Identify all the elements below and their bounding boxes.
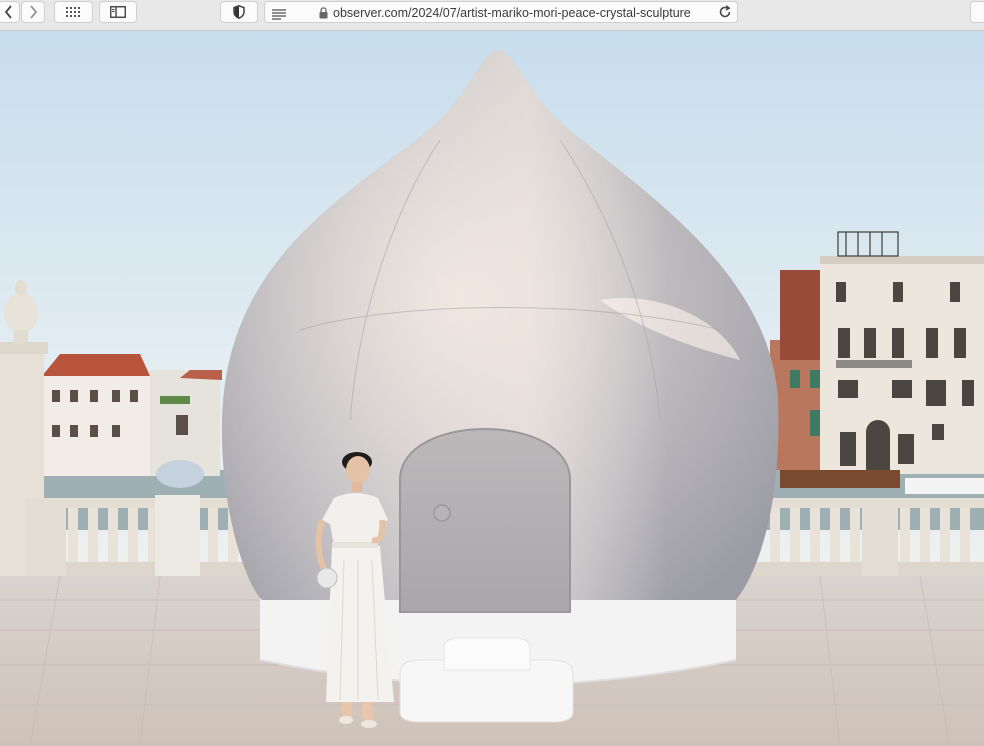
sidebar-button[interactable]	[99, 1, 137, 23]
dome-door	[399, 428, 571, 613]
left-buildings	[42, 354, 222, 476]
reload-icon[interactable]	[718, 5, 732, 24]
article-photo	[0, 31, 984, 746]
chevron-left-icon	[4, 5, 14, 19]
chevron-right-icon	[28, 5, 38, 19]
grid-icon	[65, 7, 82, 17]
reader-lines-icon[interactable]	[272, 7, 286, 25]
privacy-report-button[interactable]	[220, 1, 258, 23]
browser-toolbar: observer.com/2024/07/artist-mariko-mori-…	[0, 0, 984, 31]
address-bar[interactable]: observer.com/2024/07/artist-mariko-mori-…	[264, 1, 738, 23]
lock-icon	[319, 6, 328, 24]
shield-icon	[233, 5, 245, 19]
sculpture-photo	[0, 31, 984, 746]
forward-button[interactable]	[21, 1, 45, 23]
url-text[interactable]: observer.com/2024/07/artist-mariko-mori-…	[333, 6, 705, 21]
share-button[interactable]	[970, 1, 984, 23]
back-button[interactable]	[0, 1, 20, 23]
tab-overview-button[interactable]	[54, 1, 93, 23]
right-buildings	[770, 231, 984, 494]
sidebar-icon	[110, 6, 126, 18]
